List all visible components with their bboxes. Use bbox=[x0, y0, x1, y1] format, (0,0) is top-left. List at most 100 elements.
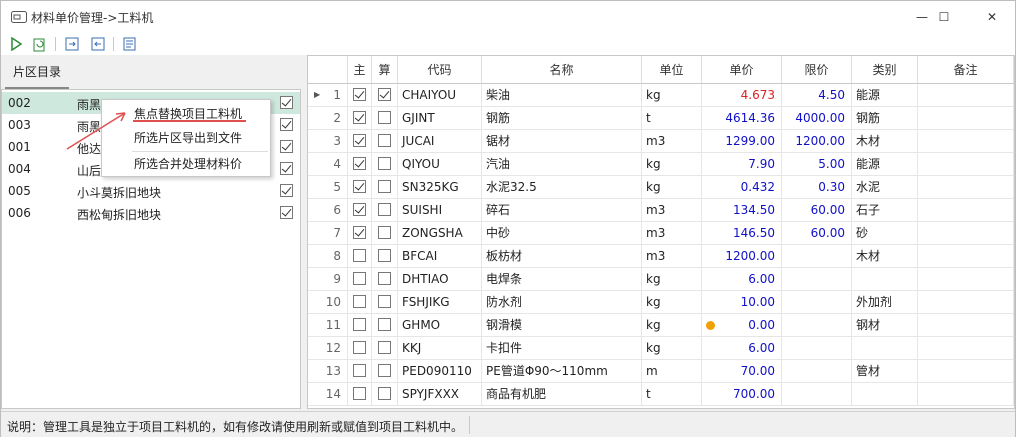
limit-cell[interactable]: 5.00 bbox=[782, 153, 852, 176]
context-menu-item[interactable]: 所选合并处理材料价 bbox=[102, 153, 270, 175]
calc-checkbox[interactable] bbox=[378, 88, 391, 101]
main-checkbox[interactable] bbox=[353, 387, 366, 400]
unit-cell[interactable]: t bbox=[642, 107, 702, 130]
unit-cell[interactable]: kg bbox=[642, 291, 702, 314]
note-cell[interactable] bbox=[918, 245, 1014, 268]
table-row[interactable]: 10 FSHJIKG 防水剂 kg 10.00 外加剂 bbox=[308, 291, 1014, 314]
calc-checkbox[interactable] bbox=[378, 157, 391, 170]
category-cell[interactable]: 木材 bbox=[852, 130, 918, 153]
note-cell[interactable] bbox=[918, 337, 1014, 360]
main-checkbox[interactable] bbox=[353, 226, 366, 239]
table-row[interactable]: 6 SUISHI 碎石 m3 134.50 60.00 石子 bbox=[308, 199, 1014, 222]
code-cell[interactable]: BFCAI bbox=[398, 245, 482, 268]
code-header[interactable]: 代码 bbox=[398, 56, 482, 84]
note-cell[interactable] bbox=[918, 383, 1014, 406]
table-row[interactable]: ▶ 1 CHAIYOU 柴油 kg 4.673 4.50 能源 bbox=[308, 84, 1014, 107]
unit-cell[interactable]: kg bbox=[642, 337, 702, 360]
play-button[interactable] bbox=[7, 35, 25, 53]
region-checkbox[interactable] bbox=[280, 162, 293, 175]
category-cell[interactable]: 砂 bbox=[852, 222, 918, 245]
limit-cell[interactable]: 0.30 bbox=[782, 176, 852, 199]
category-cell[interactable]: 能源 bbox=[852, 84, 918, 107]
limit-cell[interactable]: 60.00 bbox=[782, 199, 852, 222]
category-cell[interactable]: 管材 bbox=[852, 360, 918, 383]
category-cell[interactable]: 水泥 bbox=[852, 176, 918, 199]
code-cell[interactable]: SN325KG bbox=[398, 176, 482, 199]
limit-cell[interactable] bbox=[782, 291, 852, 314]
table-row[interactable]: 12 KKJ 卡扣件 kg 6.00 bbox=[308, 337, 1014, 360]
calc-checkbox[interactable] bbox=[378, 295, 391, 308]
price-cell[interactable]: 4614.36 bbox=[702, 107, 782, 130]
category-cell[interactable]: 外加剂 bbox=[852, 291, 918, 314]
limit-cell[interactable] bbox=[782, 268, 852, 291]
maximize-button[interactable]: ☐ bbox=[921, 1, 967, 33]
main-checkbox[interactable] bbox=[353, 249, 366, 262]
calc-checkbox[interactable] bbox=[378, 364, 391, 377]
name-cell[interactable]: 板枋材 bbox=[482, 245, 642, 268]
region-checkbox[interactable] bbox=[280, 206, 293, 219]
name-cell[interactable]: 电焊条 bbox=[482, 268, 642, 291]
name-cell[interactable]: 防水剂 bbox=[482, 291, 642, 314]
main-checkbox[interactable] bbox=[353, 318, 366, 331]
note-cell[interactable] bbox=[918, 222, 1014, 245]
note-cell[interactable] bbox=[918, 314, 1014, 337]
main-checkbox[interactable] bbox=[353, 341, 366, 354]
code-cell[interactable]: FSHJIKG bbox=[398, 291, 482, 314]
name-cell[interactable]: 碎石 bbox=[482, 199, 642, 222]
code-cell[interactable]: GJINT bbox=[398, 107, 482, 130]
limit-cell[interactable]: 60.00 bbox=[782, 222, 852, 245]
note-cell[interactable] bbox=[918, 153, 1014, 176]
code-cell[interactable]: KKJ bbox=[398, 337, 482, 360]
code-cell[interactable]: DHTIAO bbox=[398, 268, 482, 291]
code-cell[interactable]: GHMO bbox=[398, 314, 482, 337]
region-list-item[interactable]: 005 小斗莫拆旧地块 bbox=[2, 180, 300, 202]
calc-checkbox[interactable] bbox=[378, 203, 391, 216]
limit-cell[interactable] bbox=[782, 383, 852, 406]
limit-cell[interactable] bbox=[782, 314, 852, 337]
name-cell[interactable]: 钢滑模 bbox=[482, 314, 642, 337]
name-cell[interactable]: 水泥32.5 bbox=[482, 176, 642, 199]
table-row[interactable]: 8 BFCAI 板枋材 m3 1200.00 木材 bbox=[308, 245, 1014, 268]
name-cell[interactable]: 锯材 bbox=[482, 130, 642, 153]
main-checkbox[interactable] bbox=[353, 180, 366, 193]
price-cell[interactable]: 700.00 bbox=[702, 383, 782, 406]
price-cell[interactable]: 7.90 bbox=[702, 153, 782, 176]
category-cell[interactable]: 钢材 bbox=[852, 314, 918, 337]
code-cell[interactable]: SPYJFXXX bbox=[398, 383, 482, 406]
note-cell[interactable] bbox=[918, 84, 1014, 107]
category-cell[interactable] bbox=[852, 337, 918, 360]
calc-checkbox[interactable] bbox=[378, 111, 391, 124]
unit-cell[interactable]: kg bbox=[642, 84, 702, 107]
row-number-header[interactable] bbox=[308, 56, 348, 84]
unit-cell[interactable]: m bbox=[642, 360, 702, 383]
name-cell[interactable]: 中砂 bbox=[482, 222, 642, 245]
name-cell[interactable]: 商品有机肥 bbox=[482, 383, 642, 406]
table-row[interactable]: 11 GHMO 钢滑模 kg 0.00 钢材 bbox=[308, 314, 1014, 337]
note-header[interactable]: 备注 bbox=[918, 56, 1014, 84]
table-row[interactable]: 7 ZONGSHA 中砂 m3 146.50 60.00 砂 bbox=[308, 222, 1014, 245]
price-cell[interactable]: 4.673 bbox=[702, 84, 782, 107]
code-cell[interactable]: QIYOU bbox=[398, 153, 482, 176]
table-row[interactable]: 9 DHTIAO 电焊条 kg 6.00 bbox=[308, 268, 1014, 291]
price-cell[interactable]: 70.00 bbox=[702, 360, 782, 383]
main-checkbox[interactable] bbox=[353, 157, 366, 170]
unit-cell[interactable]: kg bbox=[642, 314, 702, 337]
table-row[interactable]: 14 SPYJFXXX 商品有机肥 t 700.00 bbox=[308, 383, 1014, 406]
code-cell[interactable]: PED090110 bbox=[398, 360, 482, 383]
unit-cell[interactable]: m3 bbox=[642, 130, 702, 153]
calc-header[interactable]: 算 bbox=[372, 56, 398, 84]
category-cell[interactable]: 钢筋 bbox=[852, 107, 918, 130]
price-header[interactable]: 单价 bbox=[702, 56, 782, 84]
main-checkbox[interactable] bbox=[353, 88, 366, 101]
calc-checkbox[interactable] bbox=[378, 249, 391, 262]
note-cell[interactable] bbox=[918, 268, 1014, 291]
table-row[interactable]: 5 SN325KG 水泥32.5 kg 0.432 0.30 水泥 bbox=[308, 176, 1014, 199]
tab-region-catalog[interactable]: 片区目录 bbox=[5, 61, 70, 89]
refresh-button[interactable] bbox=[31, 35, 49, 53]
category-cell[interactable]: 石子 bbox=[852, 199, 918, 222]
limit-cell[interactable] bbox=[782, 360, 852, 383]
unit-cell[interactable]: kg bbox=[642, 176, 702, 199]
main-checkbox[interactable] bbox=[353, 295, 366, 308]
table-row[interactable]: 4 QIYOU 汽油 kg 7.90 5.00 能源 bbox=[308, 153, 1014, 176]
context-menu-item[interactable]: 所选片区导出到文件 bbox=[102, 127, 270, 149]
